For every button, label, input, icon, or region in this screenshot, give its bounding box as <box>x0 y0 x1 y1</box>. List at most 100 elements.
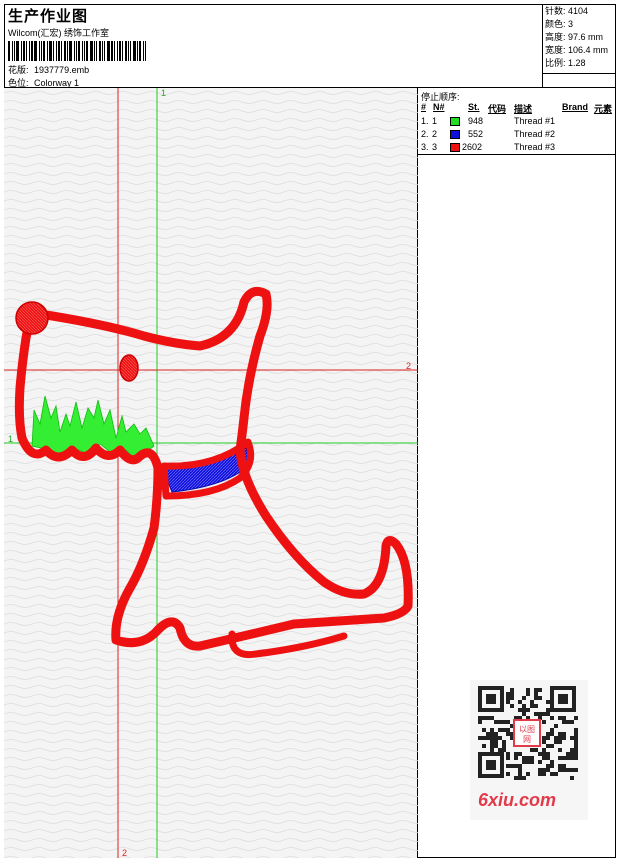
barcode-bar <box>49 41 52 61</box>
qr-module <box>558 764 562 768</box>
qr-module <box>482 716 486 720</box>
design-file-value: 1937779.emb <box>34 65 90 75</box>
guide-green-horizontal-label: 1 <box>8 434 14 444</box>
barcode-bar <box>104 41 105 61</box>
qr-module <box>522 760 526 764</box>
color-count-row: 颜色: 3 <box>543 18 616 31</box>
qr-module <box>510 688 514 692</box>
color-count-label: 颜色: <box>545 19 566 29</box>
stop-index: 3. <box>421 142 429 152</box>
qr-module <box>510 704 514 708</box>
qr-module <box>490 748 494 752</box>
qr-module <box>566 768 570 772</box>
barcode-bar <box>47 41 48 61</box>
qr-module <box>550 760 554 764</box>
barcode-bar <box>99 41 101 61</box>
qr-module <box>554 772 558 776</box>
thread-swatch <box>450 143 460 152</box>
barcode-bar <box>111 41 113 61</box>
barcode-bar <box>90 41 93 61</box>
stop-index: 1. <box>421 116 429 126</box>
height-label: 高度: <box>545 32 566 42</box>
qr-module <box>574 736 578 740</box>
stop-sequence-header: # N# St. 代码 描述 Brand 元素 <box>418 102 616 114</box>
qr-module <box>482 728 486 732</box>
stitch-count-value: 4104 <box>568 6 589 16</box>
qr-module <box>534 696 538 700</box>
thread-description: Thread #2 <box>514 129 556 139</box>
qr-module <box>506 728 510 732</box>
barcode-bar <box>125 41 127 61</box>
qr-module <box>478 720 482 724</box>
qr-module <box>546 756 550 760</box>
qr-module <box>562 768 566 772</box>
col-element: 元素 <box>594 104 613 114</box>
qr-module <box>558 732 562 736</box>
qr-module <box>554 740 558 744</box>
qr-module <box>506 692 510 696</box>
qr-module <box>506 772 510 776</box>
barcode-bar <box>76 41 77 61</box>
qr-module <box>518 708 522 712</box>
col-stop: St. <box>468 102 480 112</box>
thread-code: 552 <box>468 129 484 139</box>
qr-module <box>502 740 506 744</box>
barcode-bar <box>23 41 25 61</box>
col-code: 代码 <box>488 104 507 114</box>
qr-module <box>554 736 558 740</box>
guide-green-vertical-label: 1 <box>161 88 167 98</box>
barcode-bar <box>53 41 54 61</box>
qr-module <box>546 708 550 712</box>
qr-module <box>490 744 494 748</box>
barcode-bar <box>128 41 129 61</box>
thread-swatch <box>450 117 460 126</box>
qr-module <box>506 752 510 756</box>
qr-module <box>538 768 542 772</box>
qr-module <box>506 764 510 768</box>
dog-nose <box>15 301 49 335</box>
stop-row[interactable]: 2. 2 552 Thread #2 <box>418 129 616 142</box>
qr-module <box>538 688 542 692</box>
qr-module <box>550 772 554 776</box>
thread-code: 2602 <box>462 142 483 152</box>
qr-module <box>506 696 510 700</box>
barcode-bar <box>94 41 95 61</box>
barcode-bar <box>96 41 97 61</box>
qr-module <box>486 732 490 736</box>
qr-module <box>522 708 526 712</box>
qr-module <box>482 744 486 748</box>
qr-module <box>502 744 506 748</box>
qr-module <box>546 768 550 772</box>
qr-module <box>550 744 554 748</box>
qr-module <box>498 748 502 752</box>
stop-row[interactable]: 1. 1 948 Thread #1 <box>418 116 616 129</box>
qr-module <box>486 736 490 740</box>
thread-code: 948 <box>468 116 484 126</box>
qr-module <box>498 728 502 732</box>
qr-module <box>494 736 498 740</box>
qr-module <box>522 712 526 716</box>
guide-red-vertical-label: 2 <box>122 848 128 858</box>
barcode-bar <box>41 41 42 61</box>
qr-module <box>530 704 534 708</box>
qr-module <box>574 748 578 752</box>
design-canvas[interactable]: 1 1 2 2 <box>4 88 418 858</box>
qr-module <box>574 732 578 736</box>
qr-module <box>506 756 510 760</box>
barcode-bar <box>8 41 10 61</box>
qr-module <box>538 772 542 776</box>
qr-module <box>550 728 554 732</box>
design-file-label: 花版: <box>8 65 29 75</box>
stats-divider <box>543 73 616 74</box>
qr-module <box>530 700 534 704</box>
col-brand: Brand <box>562 102 589 112</box>
qr-module <box>546 712 550 716</box>
qr-module <box>542 748 546 752</box>
qr-module <box>566 756 570 760</box>
qr-module <box>478 736 482 740</box>
barcode-bar <box>137 41 138 61</box>
qr-module <box>522 776 526 780</box>
qr-module <box>550 732 554 736</box>
barcode-bar <box>78 41 80 61</box>
barcode-bar <box>43 41 45 61</box>
